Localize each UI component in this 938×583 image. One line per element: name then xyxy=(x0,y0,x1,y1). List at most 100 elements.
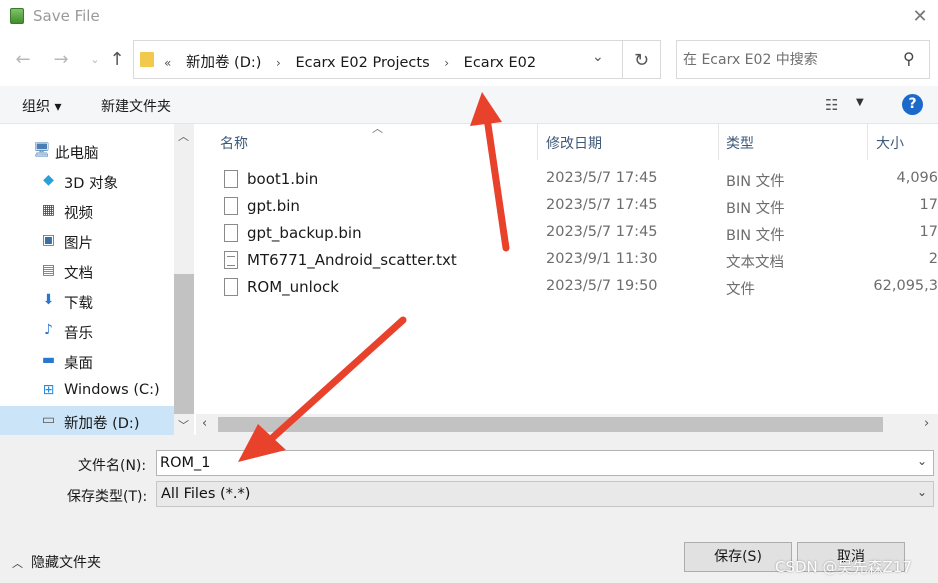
column-divider[interactable] xyxy=(718,124,719,160)
column-divider[interactable] xyxy=(867,124,868,160)
nav-item-label: Windows (C:) xyxy=(64,382,160,398)
column-size[interactable]: 大小 xyxy=(876,133,904,153)
hide-folders-label: 隐藏文件夹 xyxy=(31,555,101,571)
recent-locations-icon[interactable]: ⌄ xyxy=(84,49,106,71)
column-name[interactable]: 名称 xyxy=(220,133,248,153)
file-icon xyxy=(224,278,238,296)
file-size: 17 xyxy=(919,197,938,213)
chevron-down-icon[interactable]: ⌄ xyxy=(917,485,927,499)
computer-icon: 🖥 xyxy=(33,142,51,158)
file-name: ROM_unlock xyxy=(247,278,339,296)
nav-item-label: 桌面 xyxy=(64,356,93,372)
nav-item-drive-d[interactable]: ▭ 新加卷 (D:) xyxy=(0,406,174,436)
scrollbar-thumb[interactable] xyxy=(174,274,194,414)
nav-item-label: 新加卷 (D:) xyxy=(64,416,140,432)
file-icon xyxy=(224,170,238,188)
help-icon[interactable]: ? xyxy=(902,94,923,115)
nav-item-music[interactable]: ♪ 音乐 xyxy=(0,316,174,346)
chevron-right-icon[interactable]: › xyxy=(924,416,929,431)
view-options-icon[interactable]: ☷ xyxy=(825,96,838,114)
nav-item-this-pc[interactable]: 🖥 此电脑 xyxy=(0,136,174,166)
column-modified[interactable]: 修改日期 xyxy=(546,133,602,153)
crumb-current[interactable]: Ecarx E02 xyxy=(464,55,536,71)
file-modified: 2023/5/7 19:50 xyxy=(546,278,658,294)
file-modified: 2023/5/7 17:45 xyxy=(546,197,658,213)
column-divider[interactable] xyxy=(537,124,538,160)
refresh-icon[interactable]: ↻ xyxy=(623,40,661,79)
crumb-projects[interactable]: Ecarx E02 Projects xyxy=(295,55,429,71)
file-row[interactable]: boot1.bin 2023/5/7 17:45 BIN 文件 4,096 xyxy=(196,166,938,193)
sort-ascending-icon: ︿ xyxy=(372,122,383,135)
nav-item-label: 文档 xyxy=(64,266,93,282)
desktop-icon: ▬ xyxy=(41,352,56,368)
text-file-icon xyxy=(224,251,238,269)
chevron-left-icon[interactable]: ‹ xyxy=(202,416,207,431)
crumb-drive[interactable]: 新加卷 (D:) xyxy=(186,55,261,71)
file-name: MT6771_Android_scatter.txt xyxy=(247,251,457,269)
file-name: boot1.bin xyxy=(247,170,319,188)
search-box: ⚲ xyxy=(676,40,930,79)
nav-item-video[interactable]: ▦ 视频 xyxy=(0,196,174,226)
filename-input[interactable] xyxy=(160,454,900,472)
address-row: ← → ⌄ ↑ « 新加卷 (D:) › Ecarx E02 Projects … xyxy=(0,40,938,80)
chevron-up-icon[interactable]: ︿ xyxy=(178,128,189,144)
file-modified: 2023/9/1 11:30 xyxy=(546,251,658,267)
nav-scrollbar[interactable]: ︿ ﹀ xyxy=(174,124,194,435)
file-type: 文件 xyxy=(726,282,755,298)
file-type: BIN 文件 xyxy=(726,201,785,217)
filetype-label: 保存类型(T): xyxy=(67,489,148,505)
chevron-down-icon[interactable]: ﹀ xyxy=(178,417,189,433)
nav-item-drive-c[interactable]: ⊞ Windows (C:) xyxy=(0,376,174,406)
file-row[interactable]: gpt_backup.bin 2023/5/7 17:45 BIN 文件 17 xyxy=(196,220,938,247)
search-input[interactable] xyxy=(683,49,893,71)
chevron-up-icon: ︿ xyxy=(12,557,23,570)
search-icon[interactable]: ⚲ xyxy=(903,49,915,68)
drive-c-icon: ⊞ xyxy=(42,382,55,398)
filename-label: 文件名(N): xyxy=(78,458,147,474)
chevron-down-icon[interactable]: ⌄ xyxy=(592,49,604,65)
save-options-panel: 文件名(N): ⌄ 保存类型(T): All Files (*.*) ⌄ ︿ 隐藏… xyxy=(0,435,938,583)
nav-item-downloads[interactable]: ⬇ 下载 xyxy=(0,286,174,316)
file-type: BIN 文件 xyxy=(726,174,785,190)
column-headers: ︿ 名称 修改日期 类型 大小 xyxy=(196,122,938,160)
forward-icon[interactable]: → xyxy=(50,49,72,71)
download-icon: ⬇ xyxy=(42,292,55,308)
file-row[interactable]: gpt.bin 2023/5/7 17:45 BIN 文件 17 xyxy=(196,193,938,220)
filename-combobox[interactable]: ⌄ xyxy=(156,450,934,476)
title-bar: Save File ✕ xyxy=(0,0,938,34)
address-bar[interactable]: « 新加卷 (D:) › Ecarx E02 Projects › Ecarx … xyxy=(133,40,623,79)
nav-item-documents[interactable]: ▤ 文档 xyxy=(0,256,174,286)
nav-item-3d-objects[interactable]: ◆ 3D 对象 xyxy=(0,166,174,196)
nav-item-desktop[interactable]: ▬ 桌面 xyxy=(0,346,174,376)
file-name: gpt_backup.bin xyxy=(247,224,362,242)
up-icon[interactable]: ↑ xyxy=(106,49,128,71)
horizontal-scrollbar[interactable]: ‹ › xyxy=(196,414,938,435)
column-type[interactable]: 类型 xyxy=(726,133,754,153)
nav-item-label: 音乐 xyxy=(64,326,93,342)
chevron-down-icon[interactable]: ▼ xyxy=(856,97,864,108)
back-icon[interactable]: ← xyxy=(12,49,34,71)
chevron-down-icon[interactable]: ⌄ xyxy=(917,454,927,468)
file-modified: 2023/5/7 17:45 xyxy=(546,224,658,240)
nav-item-label: 视频 xyxy=(64,206,93,222)
file-row[interactable]: MT6771_Android_scatter.txt 2023/9/1 11:3… xyxy=(196,247,938,274)
hide-folders-toggle[interactable]: ︿ 隐藏文件夹 xyxy=(12,552,101,572)
chevron-right-icon: › xyxy=(276,56,281,70)
nav-item-pictures[interactable]: ▣ 图片 xyxy=(0,226,174,256)
nav-item-label: 图片 xyxy=(64,236,93,252)
overflow-icon[interactable]: « xyxy=(164,56,171,70)
file-name: gpt.bin xyxy=(247,197,300,215)
3d-objects-icon: ◆ xyxy=(43,172,54,188)
filetype-select[interactable]: All Files (*.*) ⌄ xyxy=(156,481,934,507)
organize-menu[interactable]: 组织 ▾ xyxy=(22,96,61,116)
window-title: Save File xyxy=(33,7,100,25)
file-type: BIN 文件 xyxy=(726,228,785,244)
watermark: CSDN @吴先森Z17 xyxy=(775,558,912,576)
close-icon[interactable]: ✕ xyxy=(906,4,934,30)
file-icon xyxy=(224,197,238,215)
file-size: 62,095,3 xyxy=(873,278,938,294)
new-folder-button[interactable]: 新建文件夹 xyxy=(101,96,171,116)
file-row[interactable]: ROM_unlock 2023/5/7 19:50 文件 62,095,3 xyxy=(196,274,938,301)
scrollbar-thumb[interactable] xyxy=(218,417,883,432)
app-icon xyxy=(10,8,24,24)
